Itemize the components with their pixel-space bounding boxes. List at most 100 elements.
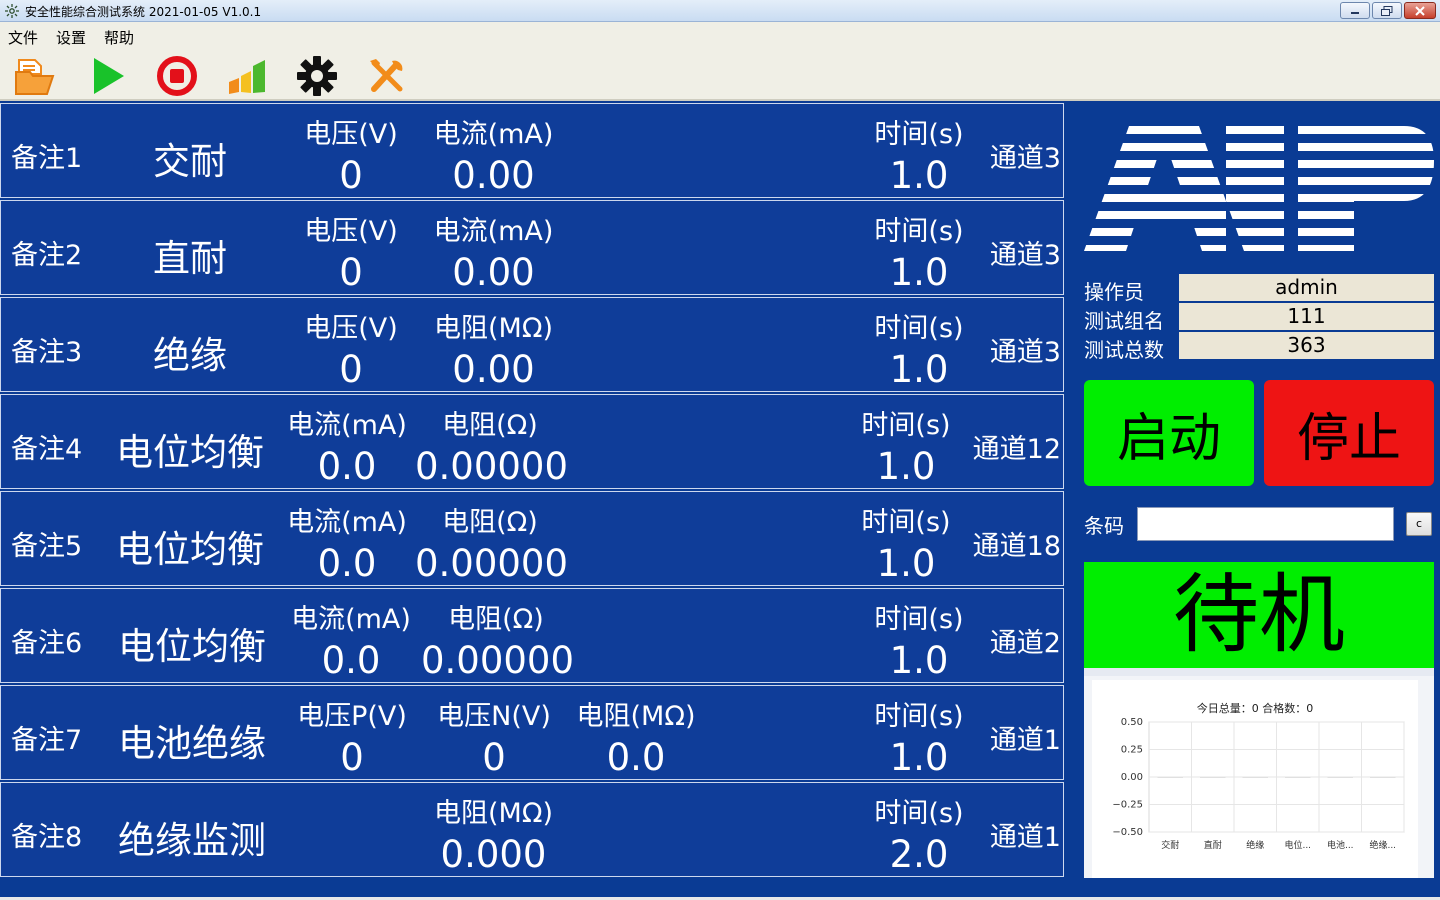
close-button[interactable] [1404, 2, 1436, 19]
start-button[interactable]: 启动 [1084, 380, 1254, 486]
total-label: 测试总数 [1084, 338, 1164, 362]
close-icon [1415, 5, 1425, 16]
current-value: 0.0 [317, 445, 377, 488]
stop-button[interactable]: 停止 [1264, 380, 1434, 486]
test-row-7[interactable]: 备注7 电池绝缘 电压P(V) 电压N(V) 电阻(MΩ) 0 0 0.0 时间… [0, 685, 1064, 780]
time-value: 1.0 [889, 154, 949, 197]
test-row-6[interactable]: 备注6 电位均衡 电流(mA) 电阻(Ω) 0.0 0.00000 时间(s) … [0, 588, 1064, 683]
control-panel: 操作员 admin 测试组名 111 测试总数 363 启动 停止 条码 c 待… [1064, 103, 1440, 900]
channel-label: 通道18 [972, 531, 1061, 562]
barcode-input[interactable] [1137, 507, 1394, 541]
current-value: 0.0 [321, 639, 381, 682]
chart-y-tick: 0.50 [1121, 717, 1143, 728]
gear-icon [297, 56, 337, 96]
group-value: 111 [1179, 303, 1434, 330]
voltage-n-header: 电压N(V) [437, 701, 551, 732]
restore-button[interactable] [1372, 2, 1402, 19]
chart-x-tick: 交耐 [1161, 839, 1179, 851]
minimize-icon [1351, 11, 1359, 14]
row-note: 备注2 [11, 240, 83, 271]
channel-label: 通道2 [989, 628, 1061, 659]
toolbar [0, 49, 1440, 101]
row-test-type: 电位均衡 [116, 528, 264, 571]
time-header: 时间(s) [874, 216, 964, 247]
test-row-1[interactable]: 备注1 交耐 电压(V) 电流(mA) 0 0.00 时间(s) 1.0 通道3 [0, 103, 1064, 198]
time-value: 1.0 [889, 251, 949, 294]
channel-label: 通道1 [989, 725, 1061, 756]
resistance-value: 0.000 [440, 833, 547, 876]
current-header: 电流(mA) [433, 119, 554, 150]
test-row-5[interactable]: 备注5 电位均衡 电流(mA) 电阻(Ω) 0.0 0.00000 时间(s) … [0, 491, 1064, 586]
row-note: 备注5 [11, 531, 83, 562]
chart-bar [1157, 777, 1183, 778]
window-title: 安全性能综合测试系统 2021-01-05 V1.0.1 [25, 5, 262, 19]
run-button[interactable] [85, 53, 131, 99]
menu-file[interactable]: 文件 [8, 27, 38, 48]
channel-label: 通道1 [989, 822, 1061, 853]
row-note: 备注1 [11, 143, 83, 174]
voltage-header: 电压(V) [304, 119, 398, 150]
statistics-chart: 今日总量：0 合格数：0 0.50 0.25 0.00 −0.25 −0.50 交耐 直耐绝… [1084, 668, 1434, 878]
row-test-type: 绝缘 [153, 334, 227, 377]
tools-icon [370, 59, 403, 92]
stop-icon [157, 56, 197, 96]
time-header: 时间(s) [874, 604, 964, 635]
row-test-type: 电位均衡 [116, 431, 264, 474]
chart-x-tick: 绝缘... [1369, 839, 1396, 851]
tools-button[interactable] [364, 53, 410, 99]
test-row-2[interactable]: 备注2 直耐 电压(V) 电流(mA) 0 0.00 时间(s) 1.0 通道3 [0, 200, 1064, 295]
barcode-clear-button[interactable]: c [1406, 512, 1432, 536]
open-button[interactable] [12, 53, 58, 99]
chart-y-tick: 0.00 [1121, 772, 1143, 783]
voltage-header: 电压(V) [304, 216, 398, 247]
test-row-8[interactable]: 备注8 绝缘监测 电阻(MΩ) 0.000 时间(s) 2.0 通道1 [0, 782, 1064, 877]
time-value: 1.0 [876, 542, 936, 585]
current-header: 电流(mA) [287, 410, 407, 441]
test-row-3[interactable]: 备注3 绝缘 电压(V) 电阻(MΩ) 0 0.00 时间(s) 1.0 通道3 [0, 297, 1064, 392]
play-icon [94, 58, 124, 94]
bar-chart-icon [229, 60, 265, 94]
row-note: 备注3 [11, 337, 83, 368]
row-note: 备注8 [11, 822, 83, 853]
resistance-header: 电阻(Ω) [442, 410, 538, 441]
current-header: 电流(mA) [433, 216, 554, 247]
total-value: 363 [1179, 332, 1434, 359]
stop-test-button[interactable] [154, 53, 200, 99]
current-header: 电流(mA) [291, 604, 411, 635]
row-note: 备注7 [11, 725, 83, 756]
resistance-header: 电阻(MΩ) [576, 701, 696, 732]
menu-help[interactable]: 帮助 [104, 27, 134, 48]
channel-label: 通道12 [972, 434, 1061, 465]
chart-y-tick: 0.25 [1121, 745, 1143, 756]
resistance-value: 0.0 [606, 736, 666, 779]
statistics-button[interactable] [224, 53, 270, 99]
menu-bar: 文件 设置 帮助 [0, 22, 1440, 49]
test-row-4[interactable]: 备注4 电位均衡 电流(mA) 电阻(Ω) 0.0 0.00000 时间(s) … [0, 394, 1064, 489]
settings-button[interactable] [294, 53, 340, 99]
chart-x-tick: 电池... [1327, 839, 1354, 851]
status-indicator: 待机 [1084, 562, 1434, 668]
row-test-type: 电位均衡 [118, 625, 266, 668]
voltage-p-value: 0 [340, 736, 364, 779]
resistance-header: 电阻(MΩ) [434, 313, 553, 344]
chart-plot: 0.50 0.25 0.00 −0.25 −0.50 交耐 直耐 绝缘 电位... 电池... 绝缘… [1112, 717, 1405, 851]
voltage-header: 电压(V) [304, 313, 398, 344]
time-value: 1.0 [876, 445, 936, 488]
voltage-value: 0 [339, 348, 363, 391]
voltage-value: 0 [339, 251, 363, 294]
time-value: 1.0 [889, 639, 949, 682]
menu-settings[interactable]: 设置 [56, 27, 86, 48]
barcode-label: 条码 [1084, 514, 1124, 538]
current-value: 0.0 [317, 542, 377, 585]
resistance-header: 电阻(Ω) [448, 604, 544, 635]
voltage-value: 0 [339, 154, 363, 197]
channel-label: 通道3 [989, 143, 1061, 174]
chart-bar [1242, 777, 1268, 778]
current-value: 0.00 [452, 251, 535, 294]
row-test-type: 绝缘监测 [118, 819, 266, 862]
time-value: 1.0 [889, 348, 949, 391]
aip-logo [1084, 126, 1434, 251]
resistance-value: 0.00 [452, 348, 535, 391]
minimize-button[interactable] [1340, 2, 1370, 19]
app-icon [5, 4, 19, 18]
